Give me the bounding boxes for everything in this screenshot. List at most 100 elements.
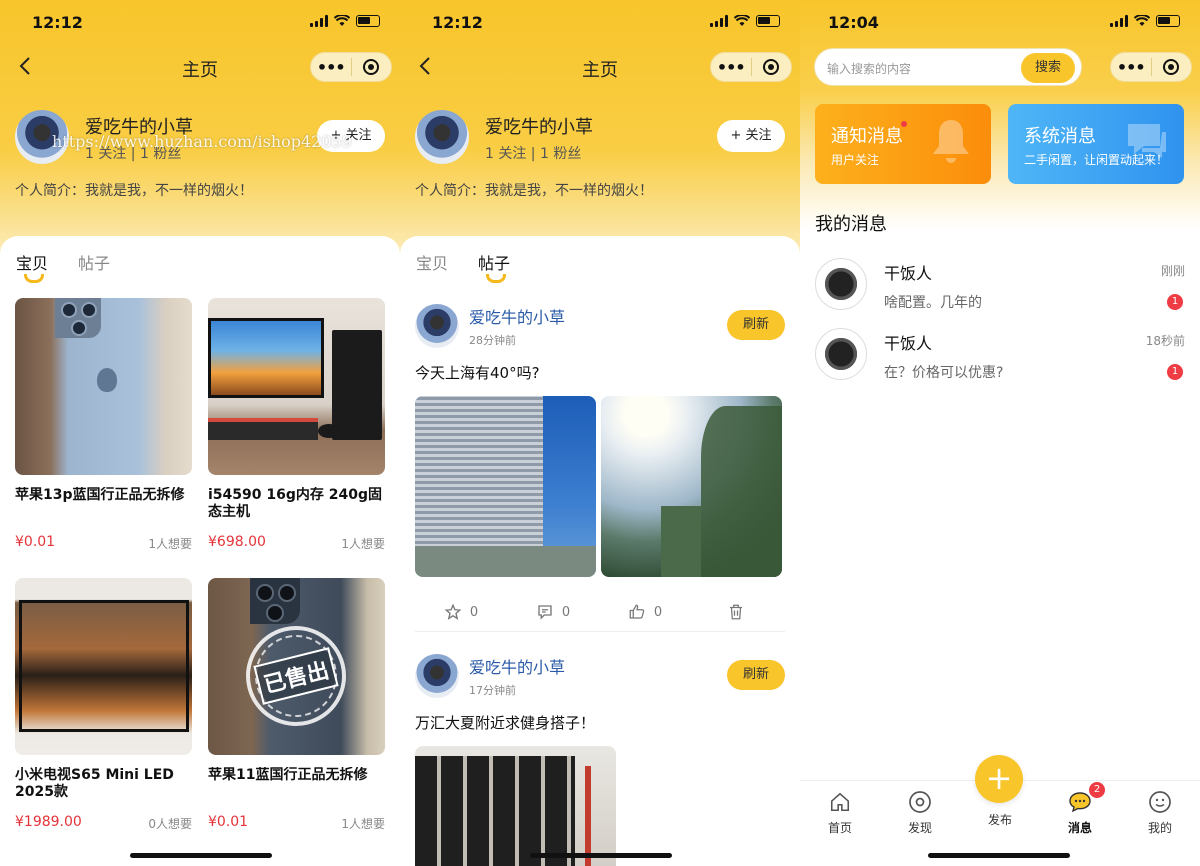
post-actions: 0 0 0	[415, 592, 785, 632]
tab-mine[interactable]: 我的	[1120, 789, 1200, 836]
signal-icon	[1110, 15, 1128, 27]
profile-info: 爱吃牛的小草 1 关注 | 1 粉丝 + 关注	[415, 110, 785, 170]
more-icon[interactable]: •••	[711, 58, 751, 77]
status-time: 12:12	[32, 13, 83, 32]
mini-program-capsule: •••	[1110, 52, 1192, 82]
close-mini-program-icon[interactable]	[1151, 59, 1191, 75]
profile-stats[interactable]: 1 关注 | 1 粉丝	[485, 143, 581, 163]
goods-want-count: 1人想要	[148, 537, 192, 551]
notice-card-system[interactable]: 系统消息 二手闲置，让闲置动起来！	[1008, 104, 1184, 184]
avatar[interactable]	[415, 654, 459, 698]
profile-name: 爱吃牛的小草	[485, 117, 593, 138]
wifi-icon	[334, 15, 350, 26]
goods-card[interactable]: 小米电视S65 Mini LED 2025款 ¥1989.00 0人想要	[15, 578, 192, 831]
signal-icon	[710, 15, 728, 27]
thumbs-up-icon	[629, 604, 645, 619]
comment-count: 0	[561, 604, 571, 620]
tab-messages[interactable]: 消息	[1040, 789, 1120, 836]
post-time: 17分钟前	[469, 684, 516, 697]
tab-goods[interactable]: 宝贝	[416, 250, 448, 274]
comment-icon	[538, 605, 552, 620]
follow-button[interactable]: + 关注	[717, 120, 785, 152]
battery-icon	[356, 15, 380, 27]
search-input[interactable]: 输入搜索的内容	[827, 60, 911, 77]
goods-want-count: 1人想要	[341, 537, 385, 551]
message-sender: 干饭人	[884, 334, 933, 353]
compass-icon	[907, 789, 933, 815]
goods-price: ¥698.00	[208, 534, 266, 550]
goods-image-pc	[208, 298, 385, 475]
favorite-button[interactable]: 0	[415, 603, 507, 621]
goods-title: i54590 16g内存 240g固态主机	[208, 487, 383, 520]
tab-posts[interactable]: 帖子	[78, 250, 110, 274]
notice-card-notification[interactable]: 通知消息 用户关注	[815, 104, 991, 184]
content-sheet: 宝贝 帖子 爱吃牛的小草 28分钟前 刷新 今天上海有40°吗? 0 0 0 爱…	[400, 236, 800, 866]
tab-label: 消息	[1067, 821, 1092, 835]
goods-image-tv	[15, 578, 192, 755]
unread-badge: 1	[1167, 294, 1183, 310]
more-icon[interactable]: •••	[1111, 58, 1151, 77]
mini-program-capsule: •••	[710, 52, 792, 82]
content-sheet: 宝贝 帖子 苹果13p蓝国行正品无拆修 ¥0.01 1人想要 i54590 16…	[0, 236, 400, 866]
trash-icon	[730, 604, 742, 620]
star-icon	[444, 603, 462, 620]
status-time: 12:04	[828, 13, 879, 32]
goods-want-count: 0人想要	[148, 817, 192, 831]
refresh-button[interactable]: 刷新	[727, 310, 785, 340]
tab-publish[interactable]: 发布	[960, 811, 1040, 828]
post-images	[415, 396, 782, 577]
content-tabs: 宝贝 帖子	[16, 250, 110, 283]
post-image-dumbbells[interactable]	[415, 746, 616, 866]
status-icons	[1110, 15, 1180, 27]
battery-icon	[1156, 15, 1180, 27]
post-divider	[415, 631, 785, 632]
profile-bio: 个人简介：我就是我，不一样的烟火！	[15, 183, 253, 199]
delete-button[interactable]	[691, 603, 783, 621]
tab-discover[interactable]: 发现	[880, 789, 960, 836]
unread-badge: 1	[1167, 364, 1183, 380]
post-username[interactable]: 爱吃牛的小草	[469, 654, 565, 678]
goods-card[interactable]: 苹果13p蓝国行正品无拆修 ¥0.01 1人想要	[15, 298, 192, 551]
message-item[interactable]: 干饭人 在？价格可以优惠? 18秒前 1	[815, 328, 1185, 388]
close-mini-program-icon[interactable]	[351, 59, 391, 75]
goods-card[interactable]: i54590 16g内存 240g固态主机 ¥698.00 1人想要	[208, 298, 385, 551]
content-tabs: 宝贝 帖子	[416, 250, 510, 283]
goods-image-iphone13	[15, 298, 192, 475]
mini-program-capsule: •••	[310, 52, 392, 82]
comment-button[interactable]: 0	[507, 603, 599, 621]
tab-home[interactable]: 首页	[800, 789, 880, 836]
refresh-button[interactable]: 刷新	[727, 660, 785, 690]
search-button[interactable]: 搜索	[1021, 53, 1075, 83]
messages-badge: 2	[1089, 782, 1105, 798]
more-icon[interactable]: •••	[311, 58, 351, 77]
message-time: 18秒前	[1145, 334, 1185, 348]
publish-button[interactable]: +	[975, 755, 1023, 803]
battery-icon	[756, 15, 780, 27]
post-image-sun-trees[interactable]	[601, 396, 782, 577]
notice-subtitle: 用户关注	[831, 153, 880, 167]
goods-title: 苹果11蓝国行正品无拆修	[208, 767, 368, 783]
favorite-count: 0	[469, 604, 479, 620]
avatar[interactable]	[415, 304, 459, 348]
notice-title: 系统消息	[1024, 126, 1096, 147]
message-item[interactable]: 干饭人 啥配置。几年的 刚刚 1	[815, 258, 1185, 318]
goods-card[interactable]: 已售出 苹果11蓝国行正品无拆修 ¥0.01 1人想要	[208, 578, 385, 831]
like-button[interactable]: 0	[599, 603, 691, 621]
signal-icon	[310, 15, 328, 27]
post-images	[415, 746, 616, 866]
goods-price: ¥1989.00	[15, 814, 82, 830]
status-icons	[710, 15, 780, 27]
close-mini-program-icon[interactable]	[751, 59, 791, 75]
goods-price: ¥0.01	[15, 534, 56, 550]
post-image-building[interactable]	[415, 396, 596, 577]
home-indicator	[130, 853, 272, 858]
wifi-icon	[734, 15, 750, 26]
nav-bar: 主页 •••	[400, 44, 800, 90]
post-time: 28分钟前	[469, 334, 516, 347]
post-username[interactable]: 爱吃牛的小草	[469, 304, 565, 328]
tab-goods[interactable]: 宝贝	[16, 250, 48, 283]
tab-posts[interactable]: 帖子	[478, 250, 510, 283]
notice-subtitle: 二手闲置，让闲置动起来！	[1024, 153, 1169, 167]
profile-goods-screen: 12:12 主页 ••• 爱吃牛的小草 1 关注 | 1 粉丝 + 关注 htt…	[0, 0, 400, 866]
nav-bar: 主页 •••	[0, 44, 400, 90]
